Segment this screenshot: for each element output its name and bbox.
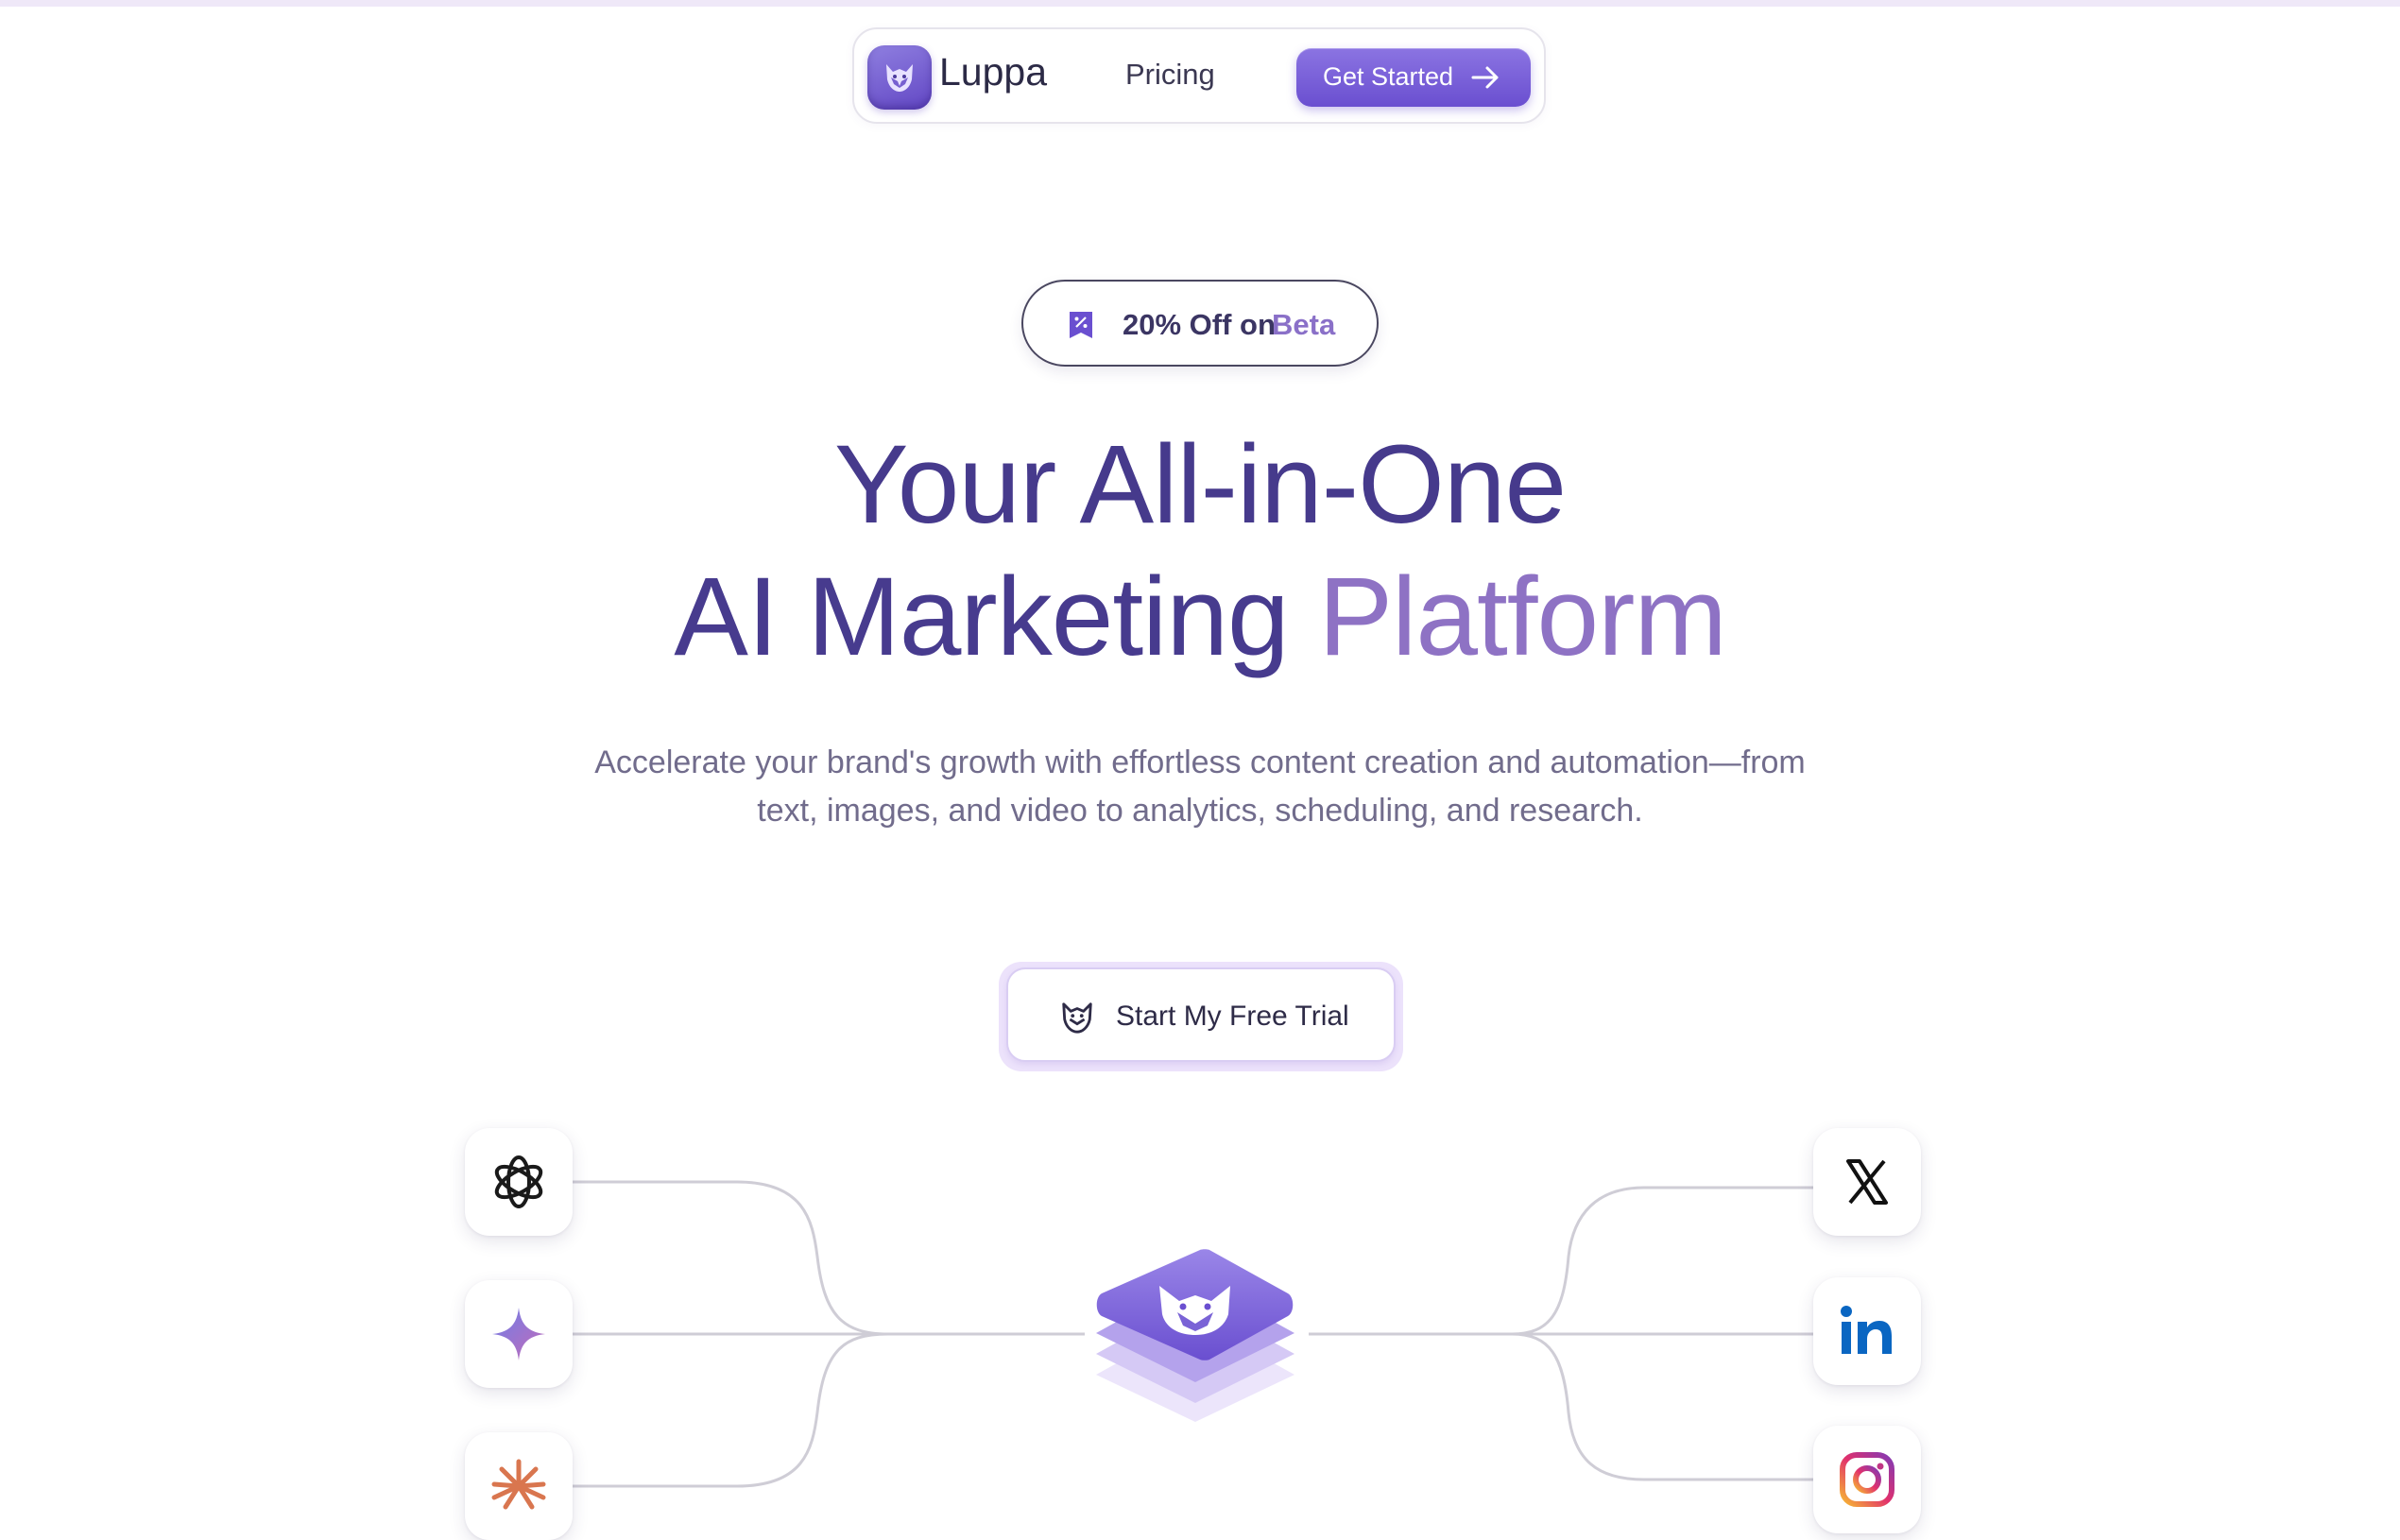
- gemini-integration-card[interactable]: [465, 1280, 573, 1388]
- instagram-integration-card[interactable]: [1813, 1426, 1921, 1533]
- openai-integration-card[interactable]: [465, 1128, 573, 1236]
- linkedin-integration-card[interactable]: [1813, 1277, 1921, 1385]
- claude-icon: [491, 1459, 546, 1510]
- linkedin-icon: [1841, 1306, 1892, 1354]
- instagram-icon: [1840, 1452, 1894, 1507]
- openai-icon: [494, 1155, 543, 1208]
- luppa-hub-icon: [1096, 1249, 1294, 1422]
- x-integration-card[interactable]: [1813, 1128, 1921, 1236]
- gemini-sparkle-icon: [492, 1308, 545, 1360]
- x-icon: [1846, 1159, 1888, 1205]
- claude-integration-card[interactable]: [465, 1432, 573, 1540]
